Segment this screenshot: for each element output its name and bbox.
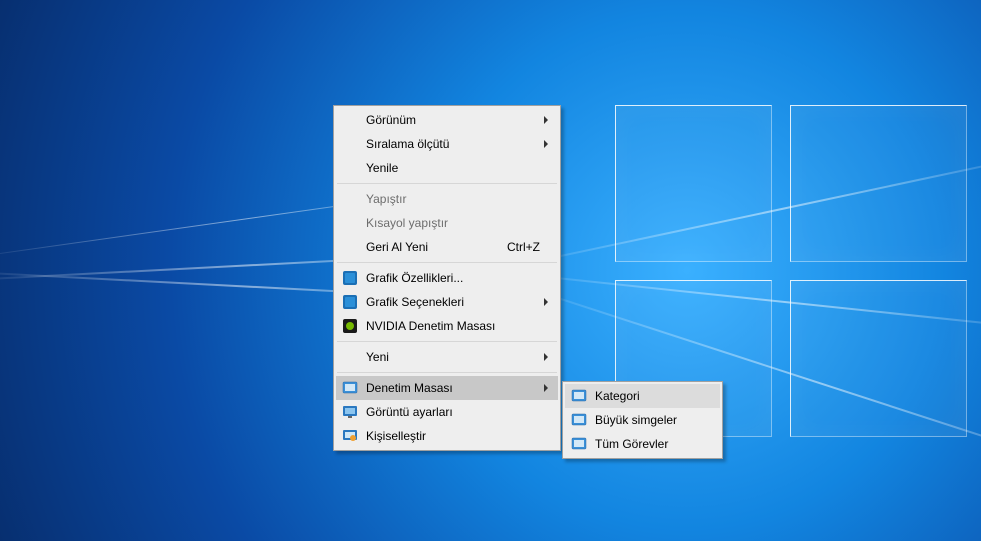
intel-graphics-icon [342, 294, 358, 310]
submenu-item-all-tasks[interactable]: Tüm Görevler [565, 432, 720, 456]
submenu-item-large-icons[interactable]: Büyük simgeler [565, 408, 720, 432]
menu-item-label: Büyük simgeler [595, 413, 690, 427]
desktop-context-menu: Görünüm Sıralama ölçütü Yenile Yapıştır … [333, 105, 561, 451]
menu-item-undo[interactable]: Geri Al Yeni Ctrl+Z [336, 235, 558, 259]
chevron-right-icon [544, 116, 548, 124]
intel-graphics-icon [342, 270, 358, 286]
display-settings-icon [342, 404, 358, 420]
control-panel-icon [571, 436, 587, 452]
menu-separator [337, 341, 557, 342]
control-panel-submenu: Kategori Büyük simgeler Tüm Görevler [562, 381, 723, 459]
menu-item-label: Grafik Özellikleri... [366, 271, 528, 285]
menu-item-label: Görüntü ayarları [366, 405, 528, 419]
control-panel-icon [571, 412, 587, 428]
chevron-right-icon [544, 298, 548, 306]
menu-separator [337, 183, 557, 184]
menu-item-label: Kategori [595, 389, 690, 403]
control-panel-icon [571, 388, 587, 404]
menu-item-label: Grafik Seçenekleri [366, 295, 528, 309]
menu-item-paste: Yapıştır [336, 187, 558, 211]
control-panel-icon [342, 380, 358, 396]
submenu-item-category[interactable]: Kategori [565, 384, 720, 408]
menu-item-shortcut: Ctrl+Z [507, 240, 540, 254]
menu-item-label: Yenile [366, 161, 528, 175]
menu-item-graphics-options[interactable]: Grafik Seçenekleri [336, 290, 558, 314]
menu-item-label: Kişiselleştir [366, 429, 528, 443]
menu-item-sort[interactable]: Sıralama ölçütü [336, 132, 558, 156]
menu-item-label: Tüm Görevler [595, 437, 690, 451]
menu-item-control-panel[interactable]: Denetim Masası [336, 376, 558, 400]
menu-item-paste-shortcut: Kısayol yapıştır [336, 211, 558, 235]
menu-item-label: Denetim Masası [366, 381, 528, 395]
menu-separator [337, 372, 557, 373]
menu-item-display-settings[interactable]: Görüntü ayarları [336, 400, 558, 424]
menu-item-label: Yapıştır [366, 192, 528, 206]
menu-item-label: Sıralama ölçütü [366, 137, 528, 151]
menu-item-new[interactable]: Yeni [336, 345, 558, 369]
menu-item-label: Görünüm [366, 113, 528, 127]
chevron-right-icon [544, 384, 548, 392]
menu-item-refresh[interactable]: Yenile [336, 156, 558, 180]
chevron-right-icon [544, 353, 548, 361]
menu-item-label: Kısayol yapıştır [366, 216, 528, 230]
desktop[interactable]: Görünüm Sıralama ölçütü Yenile Yapıştır … [0, 0, 981, 541]
menu-item-personalize[interactable]: Kişiselleştir [336, 424, 558, 448]
menu-item-graphics-props[interactable]: Grafik Özellikleri... [336, 266, 558, 290]
nvidia-icon [342, 318, 358, 334]
menu-item-label: Yeni [366, 350, 528, 364]
menu-item-label: NVIDIA Denetim Masası [366, 319, 528, 333]
chevron-right-icon [544, 140, 548, 148]
menu-item-label: Geri Al Yeni [366, 240, 528, 254]
personalize-icon [342, 428, 358, 444]
menu-item-view[interactable]: Görünüm [336, 108, 558, 132]
menu-item-nvidia[interactable]: NVIDIA Denetim Masası [336, 314, 558, 338]
menu-separator [337, 262, 557, 263]
